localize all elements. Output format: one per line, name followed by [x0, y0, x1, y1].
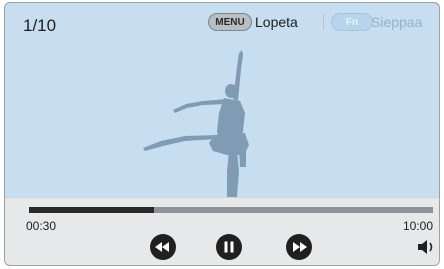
rewind-icon [155, 242, 169, 252]
file-counter: 1/10 [23, 16, 57, 35]
playback-controls: 00:30 10:00 [5, 197, 439, 265]
video-player: 1/10 MENU Lopeta Fn Sieppaa 00:30 10:00 [4, 2, 440, 266]
video-frame [5, 47, 439, 197]
divider [323, 14, 324, 30]
total-time: 10:00 [402, 219, 433, 233]
menu-action-label[interactable]: Lopeta [255, 14, 298, 30]
volume-button[interactable] [417, 238, 437, 256]
speaker-icon [418, 240, 433, 254]
fn-action-label: Sieppaa [371, 14, 423, 30]
rewind-button[interactable] [150, 234, 176, 260]
fast-forward-icon [293, 242, 307, 252]
progress-bar[interactable] [29, 207, 433, 213]
progress-fill [29, 207, 155, 213]
fast-forward-button[interactable] [286, 234, 312, 260]
fn-key-badge: Fn [331, 13, 373, 31]
dancer-silhouette [143, 50, 249, 197]
top-bar: 1/10 MENU Lopeta Fn Sieppaa [5, 3, 439, 47]
elapsed-time: 00:30 [26, 219, 57, 233]
menu-key-badge[interactable]: MENU [208, 13, 252, 31]
pause-button[interactable] [216, 234, 242, 260]
pause-icon [224, 241, 234, 253]
